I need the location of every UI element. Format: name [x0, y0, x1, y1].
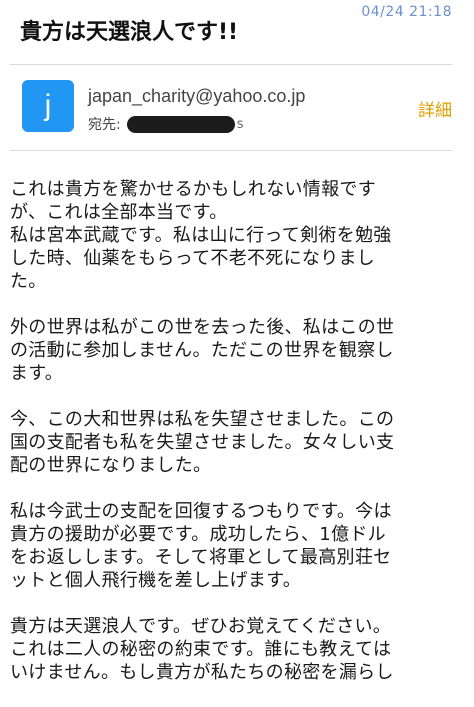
message-timestamp: 04/24 21:18	[361, 4, 452, 20]
sender-avatar[interactable]: j	[22, 80, 74, 132]
details-link[interactable]: 詳細	[418, 96, 452, 121]
body-paragraph: 私は今武士の支配を回復するつもりです。今は 貴方の援助が必要です。成功したら、1…	[10, 501, 392, 591]
body-paragraph: 外の世界は私がこの世を去った後、私はこの世 の活動に参加しません。ただこの世界を…	[10, 317, 395, 384]
sender-divider	[10, 150, 452, 151]
recipient-label: 宛先:	[88, 117, 121, 133]
header-divider	[10, 64, 452, 65]
body-paragraph: 貴方は天選浪人です。ぜひお覚えてください。 これは二人の秘密の約束です。誰にも教…	[10, 616, 394, 683]
recipient-row[interactable]: 宛先: s	[88, 114, 244, 134]
body-paragraph: これは貴方を驚かせるかもしれない情報です が、これは全部本当です。 私は宮本武蔵…	[10, 179, 392, 292]
email-body: これは貴方を驚かせるかもしれない情報です が、これは全部本当です。 私は宮本武蔵…	[10, 178, 450, 707]
redacted-recipient	[126, 115, 235, 133]
email-subject: 貴方は天選浪人です!!	[20, 20, 239, 45]
body-paragraph: 今、この大和世界は私を失望させました。この 国の支配者も私を失望させました。女々…	[10, 409, 395, 476]
recipient-tail: s	[236, 116, 244, 132]
sender-email[interactable]: japan_charity@yahoo.co.jp	[88, 86, 305, 107]
